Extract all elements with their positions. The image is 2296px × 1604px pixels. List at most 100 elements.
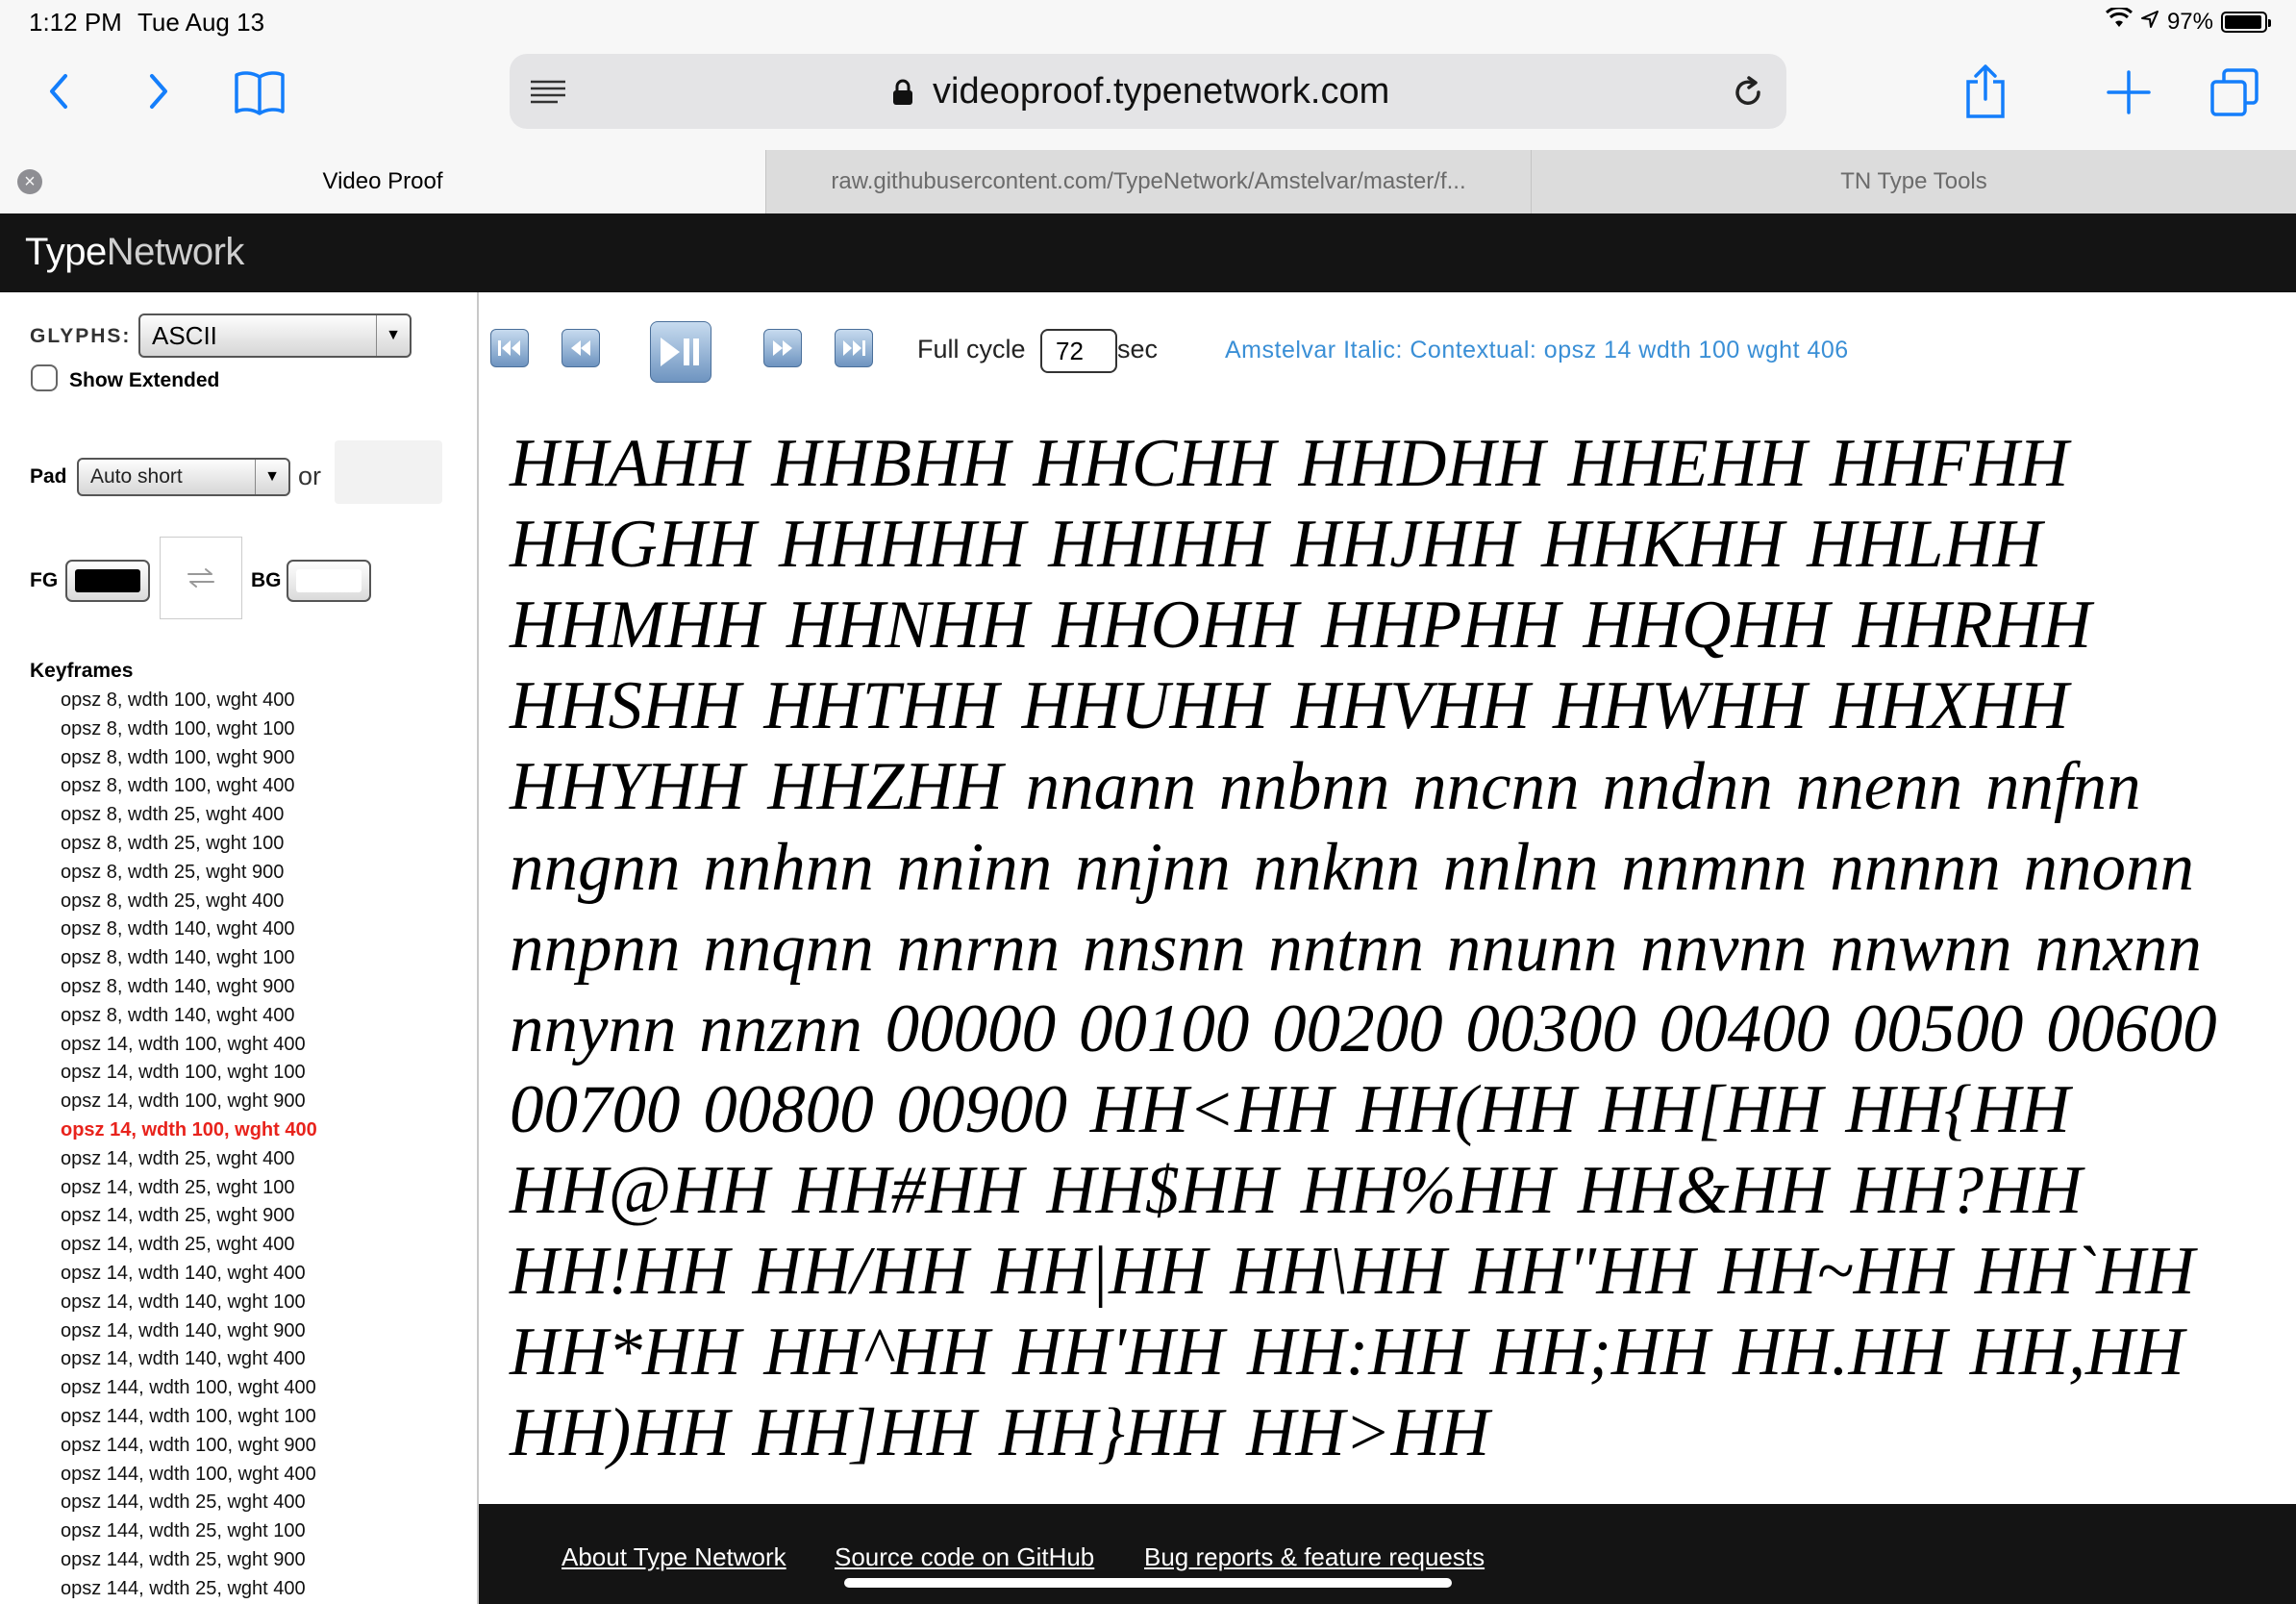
play-pause-button[interactable] [650,321,711,383]
keyframe-item[interactable]: opsz 8, wdth 25, wght 100 [61,830,317,859]
keyframe-item[interactable]: opsz 8, wdth 100, wght 900 [61,744,317,773]
battery-percent: 97% [2166,8,2213,35]
keyframe-item[interactable]: opsz 14, wdth 100, wght 400 [61,1116,317,1145]
tab-tn-type-tools[interactable]: TN Type Tools [1531,150,2296,213]
tabs-icon[interactable] [2208,65,2261,119]
forward-icon[interactable] [140,67,179,115]
bg-color-swatch [296,569,362,592]
pad-custom-input[interactable] [335,440,442,504]
show-extended-label: Show Extended [69,369,220,391]
pad-select[interactable]: Auto short ▼ [77,458,290,496]
keyframes-list: opsz 8, wdth 100, wght 400 opsz 8, wdth 1… [61,687,317,1604]
keyframe-item[interactable]: opsz 8, wdth 100, wght 400 [61,687,317,715]
url-text[interactable]: videoproof.typenetwork.com [933,71,1389,113]
keyframe-item[interactable]: opsz 8, wdth 140, wght 400 [61,915,317,944]
first-keyframe-icon [498,340,520,356]
next-keyframe-icon [773,340,792,356]
keyframe-item[interactable]: opsz 14, wdth 140, wght 100 [61,1289,317,1317]
keyframe-item[interactable]: opsz 14, wdth 25, wght 100 [61,1174,317,1203]
bg-label: BG [251,569,282,591]
first-keyframe-button[interactable] [490,329,529,367]
fg-label: FG [30,569,59,591]
sidebar: GLYPHS: ASCII ▼ Show Extended Pad Auto s… [0,292,479,1604]
status-time: 1:12 PM [29,8,122,37]
keyframe-item[interactable]: opsz 8, wdth 100, wght 400 [61,772,317,801]
wifi-icon [2105,6,2133,36]
about-link[interactable]: About Type Network [562,1542,786,1572]
site-footer: About Type Network Source code on GitHub… [479,1504,2296,1604]
keyframe-item[interactable]: opsz 14, wdth 25, wght 400 [61,1231,317,1260]
prev-keyframe-icon [571,340,590,356]
chevron-down-icon: ▼ [376,315,410,356]
tab-label: Video Proof [322,168,443,194]
tab-label: raw.githubusercontent.com/TypeNetwork/Am… [831,168,1466,194]
next-keyframe-button[interactable] [763,329,802,367]
tab-video-proof[interactable]: × Video Proof [0,150,765,213]
keyframe-item[interactable]: opsz 8, wdth 100, wght 100 [61,715,317,744]
keyframe-item[interactable]: opsz 8, wdth 25, wght 400 [61,801,317,830]
status-indicators: 97% [2105,6,2271,36]
keyframe-item[interactable]: opsz 144, wdth 100, wght 100 [61,1403,317,1432]
lock-icon [892,79,913,111]
keyframe-item[interactable]: opsz 14, wdth 140, wght 400 [61,1260,317,1289]
pad-select-value: Auto short [90,465,183,488]
full-cycle-label: Full cycle [917,335,1026,363]
proof-text: HHAHH HHBHH HHCHH HHDHH HHEHH HHFHH HHGH… [510,426,2217,1470]
prev-keyframe-button[interactable] [562,329,600,367]
status-bar: 1:12 PM Tue Aug 13 97% [0,0,2296,46]
keyframe-item[interactable]: opsz 8, wdth 140, wght 400 [61,1002,317,1031]
keyframe-item[interactable]: opsz 14, wdth 100, wght 900 [61,1088,317,1116]
reader-icon[interactable] [527,77,569,108]
tab-label: TN Type Tools [1840,168,1987,194]
font-info-link[interactable]: Amstelvar Italic: Contextual: opsz 14 wd… [1225,337,1849,364]
bg-color-well[interactable] [287,560,371,602]
keyframe-item[interactable]: opsz 14, wdth 25, wght 400 [61,1145,317,1174]
keyframe-item[interactable]: opsz 8, wdth 25, wght 400 [61,888,317,916]
swap-colors-button[interactable] [160,537,242,619]
keyframe-item[interactable]: opsz 8, wdth 25, wght 900 [61,859,317,888]
keyframe-item[interactable]: opsz 144, wdth 100, wght 400 [61,1461,317,1490]
tab-github-raw[interactable]: raw.githubusercontent.com/TypeNetwork/Am… [765,150,1531,213]
new-tab-icon[interactable] [2106,69,2152,115]
bookmarks-icon[interactable] [231,67,288,117]
glyphs-select-value: ASCII [152,321,217,350]
keyframe-item[interactable]: opsz 144, wdth 100, wght 400 [61,1374,317,1403]
last-keyframe-button[interactable] [835,329,873,367]
glyphs-select[interactable]: ASCII ▼ [138,313,412,358]
keyframe-item[interactable]: opsz 8, wdth 140, wght 100 [61,944,317,973]
browser-toolbar: videoproof.typenetwork.com [0,46,2296,150]
keyframe-item[interactable]: opsz 14, wdth 140, wght 400 [61,1345,317,1374]
keyframe-item[interactable]: opsz 14, wdth 100, wght 100 [61,1059,317,1088]
keyframe-item[interactable]: opsz 14, wdth 100, wght 400 [61,1031,317,1060]
close-icon[interactable]: × [17,169,42,194]
status-date: Tue Aug 13 [137,8,265,37]
or-label: or [298,462,322,490]
fg-color-well[interactable] [65,560,150,602]
fg-color-swatch [75,569,140,592]
last-keyframe-icon [843,340,865,356]
keyframe-item[interactable]: opsz 144, wdth 25, wght 900 [61,1546,317,1575]
keyframe-item[interactable]: opsz 144, wdth 25, wght 400 [61,1489,317,1517]
keyframe-item[interactable]: opsz 144, wdth 25, wght 400 [61,1575,317,1604]
keyframe-item[interactable]: opsz 14, wdth 25, wght 900 [61,1202,317,1231]
site-header: TypeNetwork [0,213,2296,292]
keyframe-item[interactable]: opsz 144, wdth 25, wght 100 [61,1517,317,1546]
back-icon[interactable] [38,67,77,115]
main-content: Full cycle 72 sec Amstelvar Italic: Cont… [479,292,2296,1504]
share-icon[interactable] [1961,60,2009,123]
keyframes-title: Keyframes [30,660,134,682]
keyframe-item[interactable]: opsz 144, wdth 100, wght 900 [61,1432,317,1461]
type-network-logo[interactable]: TypeNetwork [25,231,244,274]
keyframe-item[interactable]: opsz 14, wdth 140, wght 900 [61,1317,317,1346]
reload-icon[interactable] [1729,73,1767,112]
battery-icon [2221,11,2271,33]
seconds-label: sec [1117,335,1159,363]
full-cycle-input[interactable]: 72 [1040,329,1117,373]
play-pause-icon [661,338,699,366]
swap-arrows-icon [187,568,214,588]
address-bar[interactable]: videoproof.typenetwork.com [510,54,1786,129]
show-extended-checkbox[interactable] [31,364,58,391]
github-link[interactable]: Source code on GitHub [835,1542,1094,1572]
bug-reports-link[interactable]: Bug reports & feature requests [1144,1542,1485,1572]
keyframe-item[interactable]: opsz 8, wdth 140, wght 900 [61,973,317,1002]
